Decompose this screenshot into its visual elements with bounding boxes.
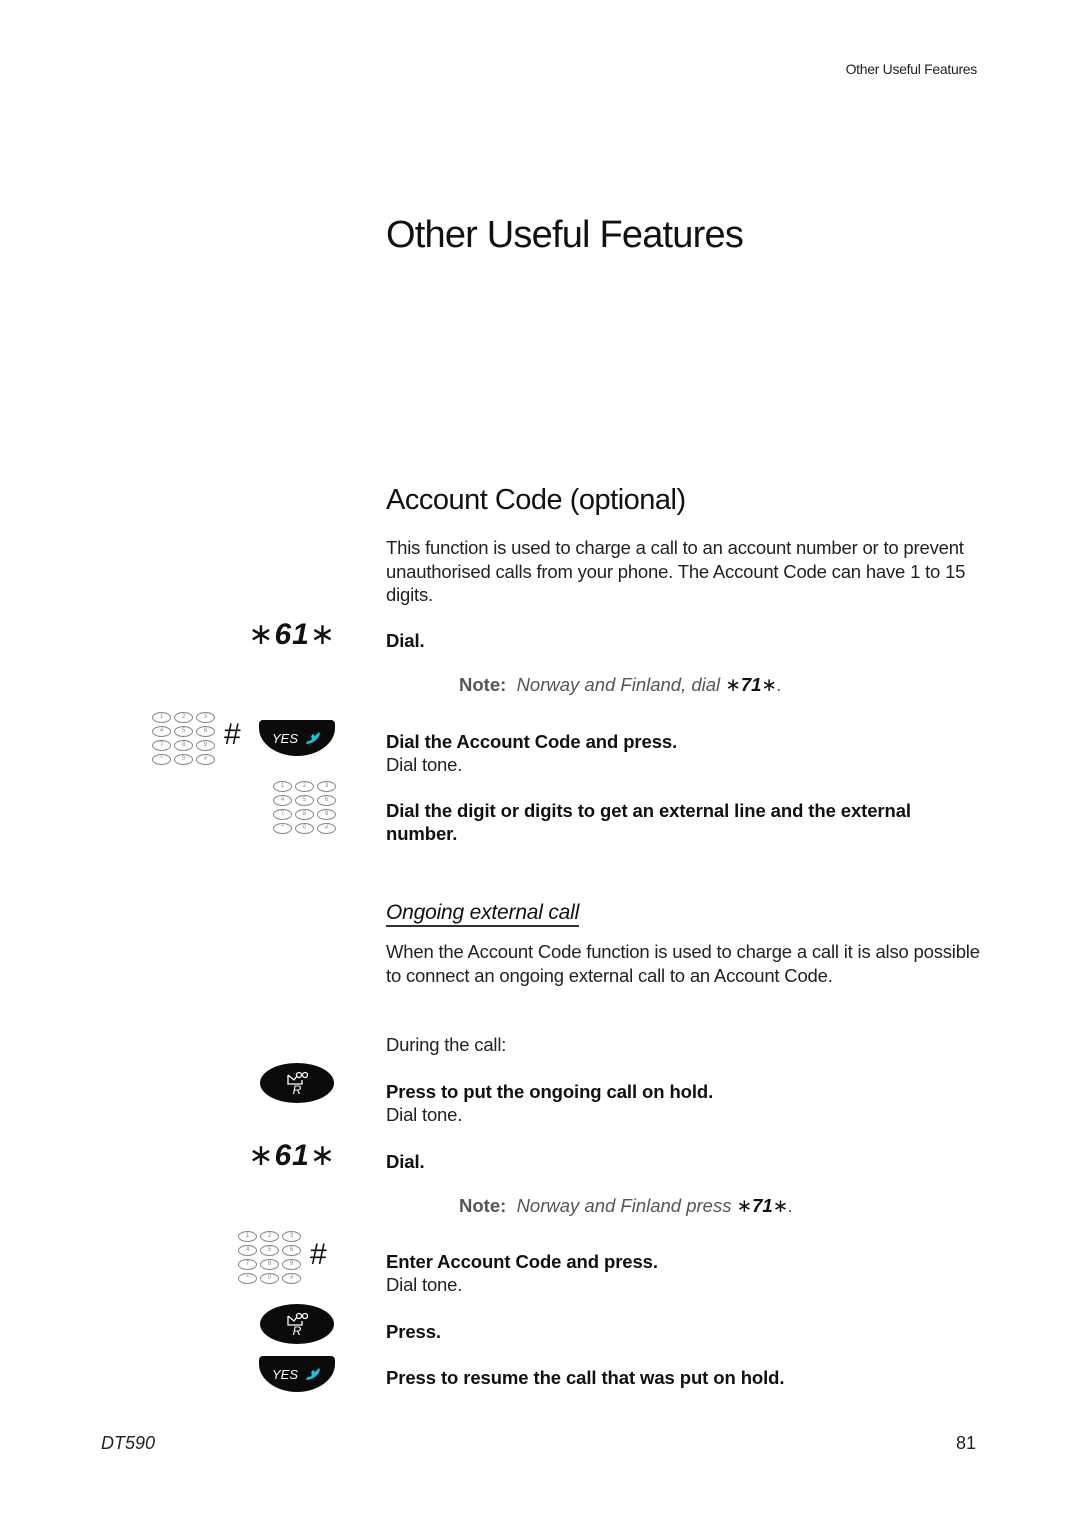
asterisk-icon: ∗ [736,1195,753,1216]
step-press: Press. [386,1321,441,1342]
key-0: 0 [174,754,193,765]
key-7: 7 [152,740,171,751]
key-6: 6 [282,1245,301,1256]
key-star: * [152,754,171,765]
code-digits: 61 [274,618,310,651]
key-0: 0 [260,1273,279,1284]
yes-label: YES [271,1366,298,1382]
asterisk-icon: ∗ [725,674,741,695]
dial-tone-3: Dial tone. [386,1274,463,1295]
note-text: Norway and Finland, dial [516,674,721,695]
asterisk-icon: ∗ [772,1195,789,1216]
note-norway-finland-2: Note: Norway and Finland press ∗71∗. [459,1195,793,1217]
yes-button-icon: YES [259,720,335,756]
step-dial-2: Dial. [386,1151,425,1172]
subsection-intro: When the Account Code function is used t… [386,941,980,986]
note-norway-finland-1: Note: Norway and Finland, dial ∗71∗. [459,674,782,696]
step-enter-account-code: Enter Account Code and press. [386,1251,658,1272]
key-2: 2 [174,712,193,723]
step-dial: Dial. [386,630,425,651]
key-8: 8 [260,1259,279,1270]
key-4: 4 [273,795,292,806]
dial-tone-1: Dial tone. [386,754,463,775]
recall-r-button-icon: R [260,1304,334,1344]
key-5: 5 [260,1245,279,1256]
note-period: . [788,1195,794,1216]
hash-key-icon: # [310,1238,327,1271]
key-1: 1 [152,712,171,723]
step-dial-account-code: Dial the Account Code and press. [386,731,678,752]
key-8: 8 [295,809,314,820]
step-dial-digits: Dial the digit or digits to get an exter… [386,800,911,844]
asterisk-icon: ∗ [309,618,336,651]
key-4: 4 [238,1245,257,1256]
key-8: 8 [174,740,193,751]
asterisk-icon: ∗ [309,1139,336,1172]
code-star-61-star: ∗61∗ [248,1138,336,1173]
key-3: 3 [196,712,215,723]
footer-model: DT590 [101,1433,156,1453]
recall-r-button-icon: R [260,1063,334,1103]
key-hash: # [282,1273,301,1284]
key-9: 9 [282,1259,301,1270]
running-head: Other Useful Features [845,61,978,77]
key-9: 9 [196,740,215,751]
step-resume: Press to resume the call that was put on… [386,1367,785,1388]
key-6: 6 [196,726,215,737]
key-0: 0 [295,823,314,834]
key-2: 2 [295,781,314,792]
hash-key-icon: # [224,718,241,751]
yes-label: YES [271,730,298,746]
page-number: 81 [955,1433,976,1453]
key-5: 5 [174,726,193,737]
note-period: . [776,674,783,695]
keypad-icon: 123 456 789 * 0 # [152,712,215,766]
key-hash: # [196,754,215,765]
key-7: 7 [238,1259,257,1270]
key-5: 5 [295,795,314,806]
during-call-label: During the call: [386,1034,507,1055]
note-code-digits: 71 [740,674,762,695]
keypad-icon: 123 456 789 * 0 # [238,1231,301,1285]
code-star-61-star: ∗61∗ [248,617,336,652]
r-label: R [292,1323,302,1338]
phone-handset-icon [306,732,320,744]
key-4: 4 [152,726,171,737]
key-3: 3 [282,1231,301,1242]
key-1: 1 [273,781,292,792]
key-hash: # [317,823,336,834]
section-intro: This function is used to charge a call t… [386,537,966,605]
r-label: R [292,1082,302,1097]
key-star: * [273,823,292,834]
note-label: Note: [459,674,507,695]
code-digits: 61 [274,1139,310,1172]
chapter-title: Other Useful Features [386,214,744,256]
asterisk-icon: ∗ [761,674,777,695]
section-title: Account Code (optional) [386,484,686,516]
asterisk-icon: ∗ [248,618,275,651]
dial-tone-2: Dial tone. [386,1104,463,1125]
key-1: 1 [238,1231,257,1242]
key-2: 2 [260,1231,279,1242]
note-text: Norway and Finland press [516,1195,732,1216]
subsection-title: Ongoing external call [386,900,579,927]
note-label: Note: [459,1195,507,1216]
keypad-icon: 123 456 789 * 0 # [273,781,336,835]
key-star: * [238,1273,257,1284]
step-press-hold: Press to put the ongoing call on hold. [386,1081,714,1102]
key-9: 9 [317,809,336,820]
key-7: 7 [273,809,292,820]
asterisk-icon: ∗ [248,1139,275,1172]
key-3: 3 [317,781,336,792]
yes-button-icon: YES [259,1356,335,1392]
phone-handset-icon [306,1368,320,1380]
key-6: 6 [317,795,336,806]
note-code-digits: 71 [752,1195,773,1216]
